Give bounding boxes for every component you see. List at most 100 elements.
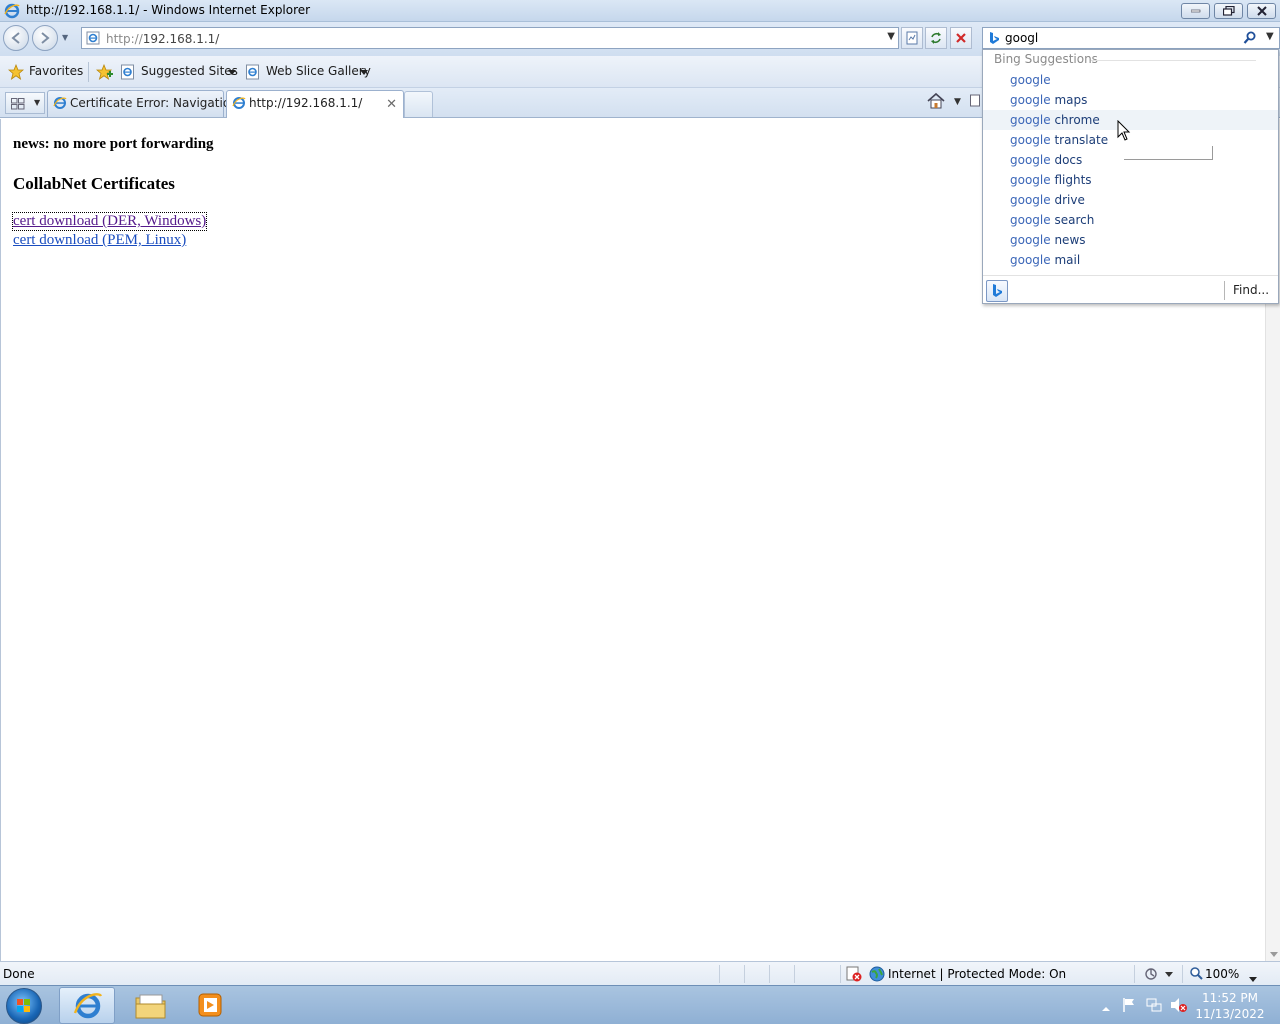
page-actions-icon[interactable] [1143, 966, 1175, 985]
status-divider [794, 965, 795, 983]
web-slice-dropdown-icon [360, 70, 368, 75]
feeds-icon[interactable] [970, 94, 980, 111]
suggested-sites-dropdown-icon [228, 70, 236, 75]
status-bar: Done Internet | Protected Mode: On 100% [0, 961, 1280, 985]
zoom-dropdown-icon[interactable] [1249, 971, 1257, 985]
page-icon [86, 31, 100, 48]
close-window-button[interactable] [1247, 3, 1276, 19]
suggestion-query-part: google [1010, 93, 1051, 107]
title-bar[interactable]: http://192.168.1.1/ - Windows Internet E… [0, 0, 1280, 22]
media-player-icon [198, 993, 222, 1017]
scroll-down-arrow-icon[interactable] [1270, 952, 1278, 957]
compatibility-view-button[interactable] [901, 27, 923, 49]
status-divider [1182, 965, 1183, 983]
tab-certificate-error[interactable]: Certificate Error: Navigatio... [47, 90, 241, 117]
suggestion-text: google mail [1010, 253, 1080, 267]
suggestion-item[interactable]: google flights [983, 170, 1278, 190]
suggestion-text: google chrome [1010, 113, 1100, 127]
suggestion-completion: mail [1050, 253, 1081, 267]
taskbar-windows-explorer[interactable] [122, 987, 178, 1024]
suggestion-text: google docs [1010, 153, 1082, 167]
tab-current-page[interactable]: http://192.168.1.1/ ✕ [226, 90, 404, 118]
url-scheme: http:// [106, 32, 143, 46]
window-title: http://192.168.1.1/ - Windows Internet E… [26, 3, 311, 17]
suggestion-item[interactable]: google news [983, 230, 1278, 250]
blocked-content-icon[interactable] [846, 966, 862, 985]
status-text: Done [3, 967, 35, 981]
suggestion-item[interactable]: google drive [983, 190, 1278, 210]
close-tab-icon[interactable]: ✕ [386, 97, 397, 112]
web-slice-gallery-button[interactable]: Web Slice Gallery [246, 64, 371, 80]
tab-ie-icon [53, 96, 67, 113]
action-center-flag-icon[interactable] [1122, 997, 1136, 1016]
tab-ie-icon [232, 96, 246, 113]
home-icon[interactable] [926, 92, 946, 113]
suggestions-footer: Find... [983, 275, 1278, 304]
search-box[interactable]: ▼ [982, 27, 1280, 49]
add-to-favorites-bar-button[interactable] [95, 63, 114, 83]
back-button[interactable] [3, 25, 29, 51]
taskbar: 11:52 PM 11/13/2022 [0, 985, 1280, 1024]
page-heading: CollabNet Certificates [13, 174, 175, 193]
suggestion-completion: news [1050, 233, 1086, 247]
new-tab-button[interactable] [404, 91, 433, 117]
suggestion-query-part: google [1010, 153, 1051, 167]
suggestion-text: google translate [1010, 133, 1108, 147]
search-input[interactable] [1005, 30, 1235, 46]
cert-download-pem-link[interactable]: cert download (PEM, Linux) [13, 232, 186, 249]
clock[interactable]: 11:52 PM 11/13/2022 [1190, 990, 1270, 1022]
search-options-dropdown-icon[interactable]: ▼ [1266, 31, 1274, 42]
find-on-page-button[interactable]: Find... [1233, 283, 1269, 297]
stop-button[interactable] [950, 27, 972, 49]
suggestions-header: Bing Suggestions [994, 52, 1098, 66]
suggestion-completion: search [1050, 213, 1095, 227]
status-divider [1134, 965, 1135, 983]
suggestion-query-part: google [1010, 113, 1051, 127]
quick-tabs-button[interactable]: ▼ [5, 92, 45, 114]
search-icon[interactable] [1243, 31, 1257, 48]
add-favorite-star-icon [95, 63, 114, 83]
recent-pages-dropdown-icon[interactable]: ▼ [62, 33, 68, 42]
restore-button[interactable] [1214, 3, 1243, 19]
tab-list-dropdown-icon[interactable]: ▼ [34, 98, 40, 107]
forward-button[interactable] [32, 25, 58, 51]
show-hidden-icons-arrow-icon[interactable] [1102, 1001, 1110, 1015]
start-button[interactable] [6, 988, 42, 1024]
security-zone-text[interactable]: Internet | Protected Mode: On [888, 967, 1066, 981]
suggestion-item[interactable]: google mail [983, 250, 1278, 270]
status-divider [719, 965, 720, 983]
suggestion-text: google [1010, 73, 1051, 87]
favorites-button[interactable]: Favorites [7, 63, 84, 83]
suggestion-query-part: google [1010, 73, 1051, 87]
suggestion-query-part: google [1010, 133, 1051, 147]
suggestion-query-part: google [1010, 253, 1051, 267]
folder-icon [135, 994, 166, 1019]
mouse-cursor-icon [1117, 119, 1131, 145]
taskbar-internet-explorer[interactable] [59, 987, 115, 1024]
minimize-button[interactable] [1181, 3, 1210, 19]
suggestion-item[interactable]: google [983, 70, 1278, 90]
search-suggestions-dropdown: Bing Suggestions google google maps google… [982, 49, 1279, 304]
suggestion-completion: flights [1050, 173, 1092, 187]
suggestion-text: google news [1010, 233, 1086, 247]
suggestion-item[interactable]: google search [983, 210, 1278, 230]
volume-muted-icon[interactable] [1170, 997, 1188, 1016]
network-icon[interactable] [1146, 997, 1162, 1016]
internet-explorer-icon [73, 993, 103, 1019]
home-dropdown-icon[interactable]: ▼ [954, 97, 961, 107]
bing-icon [988, 31, 1000, 48]
suggestion-item[interactable]: google maps [983, 90, 1278, 110]
status-divider [744, 965, 745, 983]
address-url[interactable]: http://192.168.1.1/ [106, 32, 219, 46]
address-dropdown-icon[interactable]: ▼ [887, 31, 895, 42]
address-bar[interactable]: http://192.168.1.1/ ▼ [81, 27, 899, 49]
bing-provider-button[interactable] [986, 280, 1008, 302]
suggested-sites-button[interactable]: Suggested Sites [121, 64, 238, 80]
favorites-star-icon [7, 63, 25, 83]
refresh-button[interactable] [925, 27, 947, 49]
zoom-level[interactable]: 100% [1205, 967, 1239, 981]
suggestion-completion: maps [1050, 93, 1088, 107]
taskbar-media-player[interactable] [182, 987, 238, 1024]
cert-download-der-link[interactable]: cert download (DER, Windows) [11, 212, 208, 231]
internet-explorer-icon [4, 3, 20, 22]
